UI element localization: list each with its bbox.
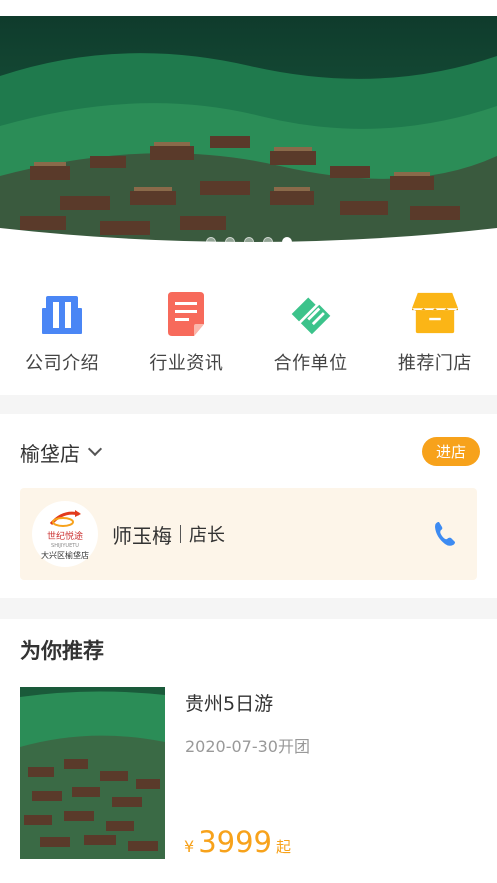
menu-item-industry-news[interactable]: 行业资讯 (124, 263, 248, 395)
brand-logo-icon (49, 509, 81, 527)
carousel-dot[interactable] (224, 237, 235, 247)
divider (180, 525, 181, 543)
building-icon (39, 291, 85, 337)
quick-menu: 公司介绍 行业资讯 合作单位 推荐门店 (0, 263, 497, 395)
storefront-icon (411, 291, 458, 337)
store-logo: 世纪悦途 SHIJIYUETU 大兴区榆垡店 (32, 501, 98, 567)
carousel-dot[interactable] (262, 237, 273, 247)
section-title: 为你推荐 (20, 639, 104, 663)
menu-label: 推荐门店 (397, 353, 472, 374)
product-card[interactable]: 贵州5日游 2020-07-30开团 ¥ 3999 起 (20, 687, 480, 859)
banner-carousel[interactable] (0, 16, 497, 263)
store-section: 榆垡店 进店 世纪悦途 SHIJIYUETU 大兴区榆垡店 师玉梅 店长 (0, 414, 497, 598)
menu-item-partners[interactable]: 合作单位 (249, 263, 373, 395)
product-price: ¥ 3999 起 (184, 825, 291, 859)
manager-role: 店长 (189, 525, 225, 546)
store-selector[interactable]: 榆垡店 (20, 438, 80, 467)
handshake-icon (288, 291, 334, 337)
price-value: 3999 (198, 825, 272, 859)
price-suffix: 起 (276, 838, 292, 856)
menu-label: 公司介绍 (25, 353, 100, 374)
carousel-dot[interactable] (205, 237, 216, 247)
logo-branch: 大兴区榆垡店 (41, 550, 89, 560)
carousel-dot-active[interactable] (281, 237, 292, 247)
product-date: 2020-07-30开团 (185, 737, 310, 756)
logo-brand: 世纪悦途 (46, 531, 83, 542)
carousel-indicator (0, 237, 497, 251)
enter-store-button[interactable]: 进店 (422, 437, 480, 466)
store-header: 榆垡店 进店 (20, 437, 480, 467)
logo-sub: SHIJIYUETU (51, 542, 79, 549)
menu-item-company-intro[interactable]: 公司介绍 (0, 263, 124, 395)
phone-icon[interactable] (433, 521, 457, 547)
status-bar (0, 0, 497, 16)
product-image (20, 687, 165, 859)
chevron-down-icon[interactable] (87, 441, 103, 457)
document-icon (163, 291, 209, 337)
recommend-section: 为你推荐 贵州5日游 2020-07-30开团 ¥ 3999 起 (0, 619, 497, 883)
banner-image (0, 16, 497, 263)
manager-name: 师玉梅 (112, 523, 172, 548)
price-currency: ¥ (184, 837, 195, 856)
menu-label: 合作单位 (273, 353, 348, 374)
store-manager-card: 世纪悦途 SHIJIYUETU 大兴区榆垡店 师玉梅 店长 (20, 488, 477, 580)
carousel-dot[interactable] (243, 237, 254, 247)
product-title: 贵州5日游 (185, 693, 274, 715)
menu-item-recommended-stores[interactable]: 推荐门店 (373, 263, 497, 395)
menu-label: 行业资讯 (149, 353, 224, 374)
